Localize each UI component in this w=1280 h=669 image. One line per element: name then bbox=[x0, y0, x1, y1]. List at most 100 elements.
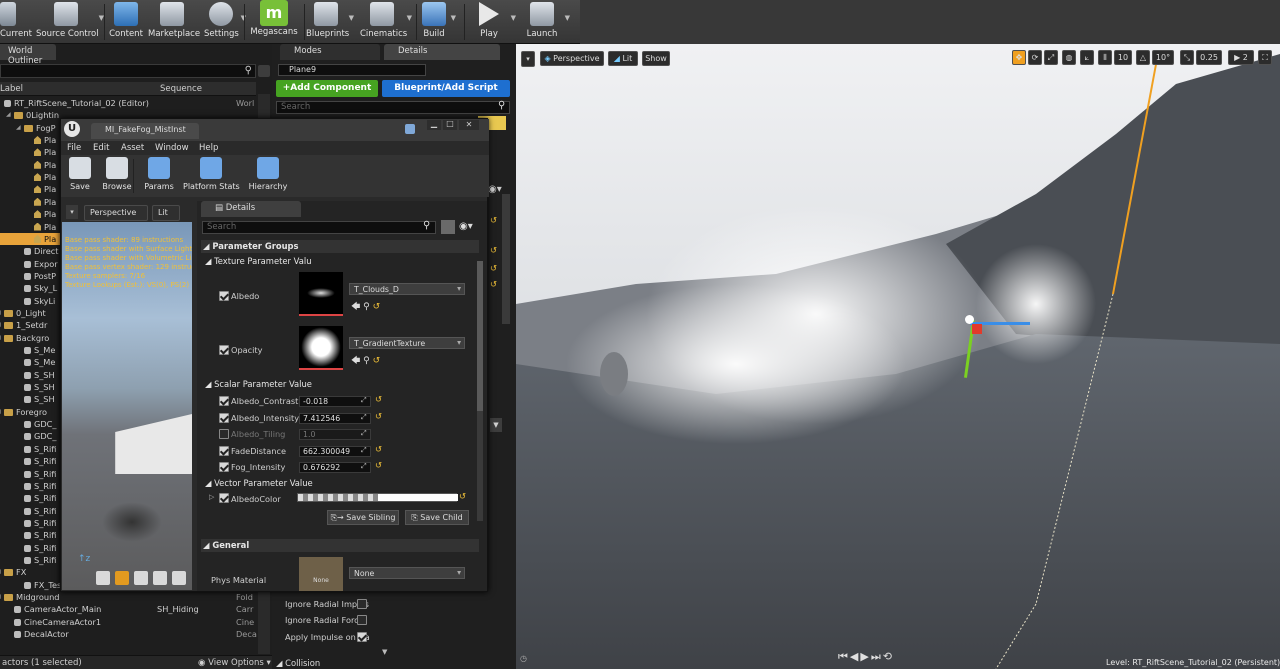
world-space-icon[interactable]: ◍ bbox=[1062, 50, 1076, 65]
parameter-groups-header[interactable]: ◢ Parameter Groups bbox=[201, 240, 479, 253]
outliner-search-input[interactable]: ⚲ bbox=[0, 64, 256, 78]
actor-name-input[interactable]: Plane9 bbox=[278, 64, 426, 76]
ignore-radial-impulse-checkbox[interactable] bbox=[357, 599, 367, 609]
preview-perspective-button[interactable]: Perspective bbox=[84, 205, 148, 221]
outliner-options-icon[interactable] bbox=[258, 65, 270, 77]
reset-arrow-icon[interactable]: ↺ bbox=[375, 395, 382, 405]
scale-tool-icon[interactable]: ⤢ bbox=[1044, 50, 1058, 65]
ignore-radial-force-checkbox[interactable] bbox=[357, 615, 367, 625]
material-preview-viewport[interactable]: ▾ Perspective Lit Base pass shader: 89 i… bbox=[62, 202, 192, 590]
albedo-texture-dropdown[interactable]: T_Clouds_D bbox=[349, 283, 465, 295]
reset-arrow-icon[interactable]: ↺ bbox=[375, 461, 382, 471]
viewport-lit-button[interactable]: ◢ Lit bbox=[608, 51, 638, 66]
drag-handle-icon[interactable]: ⤢ bbox=[361, 396, 367, 405]
blueprint-add-script-button[interactable]: Blueprint/Add Script bbox=[382, 80, 510, 97]
expand-arrow-icon[interactable]: ◢ bbox=[16, 124, 21, 131]
scalar-checkbox[interactable] bbox=[219, 429, 229, 439]
mi-tool-browse-button[interactable]: Browse bbox=[99, 157, 135, 191]
rotation-snap-value[interactable]: 10° bbox=[1152, 50, 1174, 65]
marketplace-button[interactable]: Marketplace bbox=[148, 0, 200, 44]
save-child-button[interactable]: ⎘ Save Child bbox=[405, 510, 469, 525]
sphere-icon[interactable] bbox=[115, 571, 129, 585]
reset-arrow-icon[interactable]: ↺ bbox=[490, 280, 497, 290]
minimize-button[interactable]: ▁ bbox=[427, 120, 441, 130]
expand-arrow-icon[interactable]: ◢ bbox=[0, 309, 1, 316]
scale-snap-icon[interactable]: ⤡ bbox=[1180, 50, 1194, 65]
mi-tool-save-button[interactable]: Save bbox=[65, 157, 95, 191]
mi-tool-platform-stats-button[interactable]: Platform Stats bbox=[183, 157, 240, 191]
save-current-button[interactable]: Current bbox=[0, 0, 32, 44]
chevron-down-icon[interactable]: ▼ bbox=[490, 418, 502, 432]
grid-snap-value[interactable]: 10 bbox=[1114, 50, 1132, 65]
megascans-button[interactable]: m Megascans bbox=[250, 0, 298, 44]
menu-item-asset[interactable]: Asset bbox=[121, 143, 144, 153]
column-label-header[interactable]: Label bbox=[0, 84, 23, 94]
expand-arrow-icon[interactable]: ▷ bbox=[209, 493, 214, 501]
content-button[interactable]: Content bbox=[108, 0, 144, 44]
tab-mi-details[interactable]: ▤ Details bbox=[201, 201, 301, 217]
cylinder-icon[interactable] bbox=[96, 571, 110, 585]
translate-tool-icon[interactable]: ✥ bbox=[1012, 50, 1026, 65]
scalar-checkbox[interactable] bbox=[219, 396, 229, 406]
column-sequence-header[interactable]: Sequence bbox=[160, 84, 202, 94]
expand-arrow-icon[interactable]: ▼ bbox=[382, 648, 387, 656]
drag-handle-icon[interactable]: ⤢ bbox=[361, 429, 367, 438]
outliner-row[interactable]: ◢ Midground Fold bbox=[0, 591, 256, 603]
expand-arrow-icon[interactable]: ◢ bbox=[0, 568, 1, 575]
preview-lit-button[interactable]: Lit bbox=[152, 205, 180, 221]
cube-icon[interactable] bbox=[153, 571, 167, 585]
rotate-tool-icon[interactable]: ⟳ bbox=[1028, 50, 1042, 65]
vector-section-header[interactable]: ◢ Vector Parameter Value bbox=[205, 478, 313, 491]
outliner-row[interactable]: CineCameraActor1 Cine bbox=[0, 616, 256, 628]
eye-icon[interactable]: ◉▾ bbox=[459, 221, 473, 232]
grid-view-icon[interactable] bbox=[441, 220, 455, 234]
plane-icon[interactable] bbox=[134, 571, 148, 585]
play-button[interactable]: Play ▼ bbox=[470, 0, 516, 44]
mi-search-input[interactable]: Search bbox=[202, 221, 436, 234]
outliner-row[interactable]: DecalActor Deca bbox=[0, 628, 257, 640]
scalar-section-header[interactable]: ◢ Scalar Parameter Value bbox=[205, 379, 312, 392]
settings-button[interactable]: Settings ▼ bbox=[204, 0, 246, 44]
details-search-input[interactable]: Search bbox=[276, 101, 510, 114]
grid-snap-icon[interactable]: ⦀ bbox=[1098, 50, 1112, 65]
expand-arrow-icon[interactable]: ◢ bbox=[6, 111, 11, 118]
scalar-checkbox[interactable] bbox=[219, 412, 229, 423]
realtime-icon[interactable]: ◷ bbox=[520, 654, 527, 663]
opacity-checkbox[interactable] bbox=[219, 345, 229, 355]
general-section-header[interactable]: ◢ General bbox=[201, 539, 479, 552]
mi-details-scrollbar[interactable] bbox=[477, 261, 483, 521]
viewport-options-button[interactable]: ▾ bbox=[521, 51, 535, 67]
chevron-down-icon[interactable]: ▼ bbox=[565, 14, 570, 22]
playback-controls[interactable]: ⏮◀▶⏭⟲ bbox=[838, 650, 948, 664]
tab-modes[interactable]: Modes bbox=[280, 44, 380, 60]
tab-mi-fakefog[interactable]: MI_FakeFog_MistInst bbox=[91, 123, 199, 139]
menu-item-help[interactable]: Help bbox=[199, 143, 218, 153]
chevron-down-icon[interactable]: ▼ bbox=[511, 14, 516, 22]
scalar-checkbox[interactable] bbox=[219, 445, 229, 456]
menu-item-window[interactable]: Window bbox=[155, 143, 189, 153]
menu-item-edit[interactable]: Edit bbox=[93, 143, 109, 153]
tab-details[interactable]: Details bbox=[384, 44, 500, 60]
chevron-down-icon[interactable]: ▼ bbox=[349, 14, 354, 22]
chevron-down-icon[interactable]: ▾ bbox=[66, 205, 78, 219]
apply-impulse-checkbox[interactable] bbox=[357, 632, 367, 642]
drag-handle-icon[interactable]: ⤢ bbox=[361, 446, 367, 455]
surface-snap-icon[interactable]: ⟀ bbox=[1080, 50, 1094, 65]
mi-tool-hierarchy-button[interactable]: Hierarchy bbox=[245, 157, 291, 191]
phys-material-dropdown[interactable]: None bbox=[349, 567, 465, 579]
outliner-row[interactable]: CameraActor_Main SH_Hiding Carr bbox=[0, 603, 256, 615]
reset-arrow-icon[interactable]: ↺ bbox=[490, 216, 497, 226]
viewport-show-button[interactable]: Show bbox=[642, 51, 670, 66]
add-component-button[interactable]: +Add Component bbox=[276, 80, 378, 97]
reset-arrow-icon[interactable]: ↺ bbox=[459, 492, 466, 502]
viewport-perspective-button[interactable]: ◈ Perspective bbox=[540, 51, 604, 66]
reset-arrow-icon[interactable]: ↺ bbox=[490, 264, 497, 274]
outliner-row[interactable]: RT_RiftScene_Tutorial_02 (Editor) Worl bbox=[0, 97, 256, 109]
drag-handle-icon[interactable]: ⤢ bbox=[361, 413, 367, 422]
albedo-texture-thumbnail[interactable] bbox=[299, 272, 343, 316]
maximize-viewport-icon[interactable]: ⛶ bbox=[1258, 50, 1272, 65]
reset-arrow-icon[interactable]: ↺ bbox=[375, 445, 382, 455]
reset-arrow-icon[interactable]: ↺ bbox=[375, 412, 382, 422]
expand-arrow-icon[interactable]: ◢ bbox=[0, 408, 1, 415]
use-selected-icon[interactable]: 🡄 ⚲ ↺ bbox=[351, 299, 380, 315]
